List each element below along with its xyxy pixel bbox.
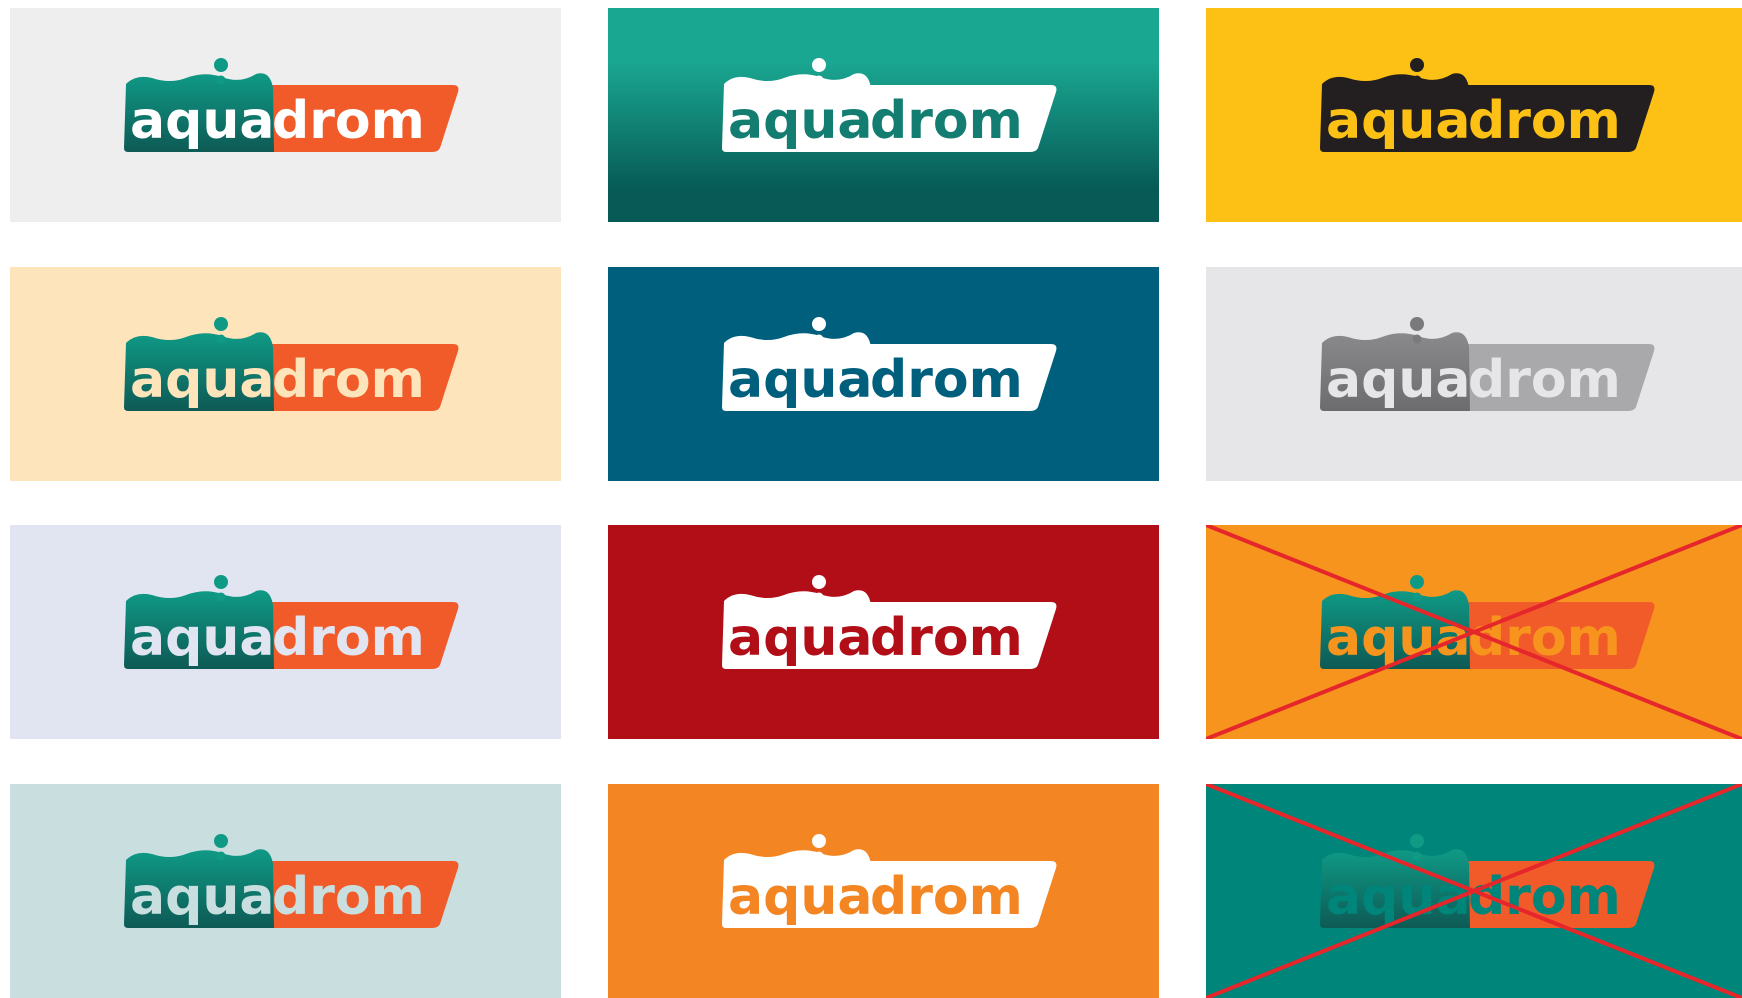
logo-variant-tile: aqua drom xyxy=(10,267,561,481)
logo-text-aqua: aqua xyxy=(728,867,872,927)
aquadrom-logo: aquadrom xyxy=(1320,575,1655,669)
bubble-medium xyxy=(216,851,226,861)
bubble-medium xyxy=(814,334,824,344)
logo-text-aqua: aqua xyxy=(1326,91,1470,151)
logo-variant-tile: aqua drom xyxy=(1206,525,1742,739)
bubble-medium xyxy=(216,592,226,602)
logo-text-drom: drom xyxy=(1468,867,1621,927)
aquadrom-logo: aquadrom xyxy=(124,834,459,928)
bubble-medium xyxy=(814,592,824,602)
aquadrom-logo: aquadrom xyxy=(722,58,1057,152)
logo-variant-tile: aqua drom xyxy=(1206,8,1742,222)
aquadrom-logo: aquadrom xyxy=(722,317,1057,411)
bubble-large xyxy=(812,834,826,848)
logo-text-drom: drom xyxy=(870,91,1023,151)
logo-text-drom: drom xyxy=(272,350,425,410)
logo-text-aqua: aqua xyxy=(1326,608,1470,668)
logo-variant-tile: aqua drom xyxy=(10,8,561,222)
logo-variant-tile: aqua drom xyxy=(608,267,1159,481)
bubble-medium xyxy=(814,75,824,85)
logo-text-drom: drom xyxy=(272,91,425,151)
aquadrom-logo: aquadrom xyxy=(1320,58,1655,152)
logo-text-aqua: aqua xyxy=(130,608,274,668)
logo-variant-tile: aqua drom xyxy=(608,525,1159,739)
logo-variant-tile: aqua drom xyxy=(1206,267,1742,481)
logo-text-drom: drom xyxy=(1468,91,1621,151)
bubble-large xyxy=(214,575,228,589)
logo-text-aqua: aqua xyxy=(728,350,872,410)
bubble-medium xyxy=(1412,334,1422,344)
logo-variant-tile: aqua drom xyxy=(10,784,561,998)
logo-text-aqua: aqua xyxy=(728,608,872,668)
bubble-medium xyxy=(1412,592,1422,602)
bubble-large xyxy=(214,58,228,72)
bubble-large xyxy=(812,575,826,589)
logo-text-drom: drom xyxy=(272,608,425,668)
bubble-large xyxy=(1410,317,1424,331)
bubble-large xyxy=(1410,58,1424,72)
logo-text-drom: drom xyxy=(272,867,425,927)
bubble-medium xyxy=(216,75,226,85)
aquadrom-logo: aquadrom xyxy=(1320,834,1655,928)
bubble-medium xyxy=(814,851,824,861)
bubble-large xyxy=(812,58,826,72)
logo-variant-tile: aqua drom xyxy=(608,784,1159,998)
bubble-large xyxy=(812,317,826,331)
aquadrom-logo: aquadrom xyxy=(722,834,1057,928)
logo-text-drom: drom xyxy=(870,350,1023,410)
logo-text-aqua: aqua xyxy=(1326,350,1470,410)
logo-text-aqua: aqua xyxy=(130,91,274,151)
aquadrom-logo: aquadrom xyxy=(124,317,459,411)
logo-text-drom: drom xyxy=(1468,350,1621,410)
logo-text-drom: drom xyxy=(1468,608,1621,668)
bubble-large xyxy=(214,834,228,848)
logo-text-drom: drom xyxy=(870,867,1023,927)
aquadrom-logo: aquadrom xyxy=(124,575,459,669)
logo-text-aqua: aqua xyxy=(130,350,274,410)
logo-text-aqua: aqua xyxy=(1326,867,1470,927)
bubble-medium xyxy=(1412,851,1422,861)
logo-text-drom: drom xyxy=(870,608,1023,668)
logo-variant-tile: aqua drom xyxy=(10,525,561,739)
bubble-large xyxy=(214,317,228,331)
logo-variant-tile: aqua drom xyxy=(608,8,1159,222)
logo-text-aqua: aqua xyxy=(728,91,872,151)
logo-variant-tile: aqua drom xyxy=(1206,784,1742,998)
bubble-large xyxy=(1410,834,1424,848)
logo-text-aqua: aqua xyxy=(130,867,274,927)
bubble-medium xyxy=(216,334,226,344)
aquadrom-logo: aquadrom xyxy=(1320,317,1655,411)
aquadrom-logo: aquadrom xyxy=(124,58,459,152)
bubble-large xyxy=(1410,575,1424,589)
bubble-medium xyxy=(1412,75,1422,85)
aquadrom-logo: aquadrom xyxy=(722,575,1057,669)
